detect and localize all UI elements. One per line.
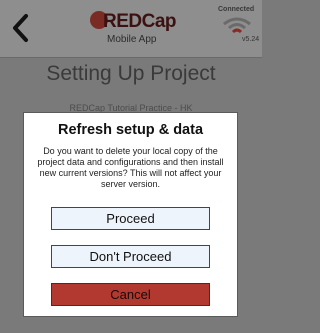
cancel-button[interactable]: Cancel [51,283,210,306]
chevron-left-icon [13,14,28,42]
logo-subtitle: Mobile App [107,34,157,45]
connection-status: Connected v5.24 [214,6,260,54]
header-bar: REDCap Mobile App Connected v5.24 [0,0,262,58]
redcap-logo: REDCap Mobile App [90,11,190,51]
app-screen: REDCap Mobile App Connected v5.24 Settin… [0,0,262,333]
version-label: v5.24 [242,36,260,43]
refresh-dialog: Refresh setup & data Do you want to dele… [23,112,238,317]
proceed-button[interactable]: Proceed [51,207,210,230]
dont-proceed-button[interactable]: Don't Proceed [51,245,210,268]
wifi-icon [223,17,251,34]
dialog-title: Refresh setup & data [57,122,204,138]
logo-text: REDCap [103,11,177,32]
dialog-message: Do you want to delete your local copy of… [37,146,224,189]
connection-label: Connected [218,6,255,13]
back-button[interactable] [10,13,38,45]
page-title: Setting Up Project [46,62,216,85]
